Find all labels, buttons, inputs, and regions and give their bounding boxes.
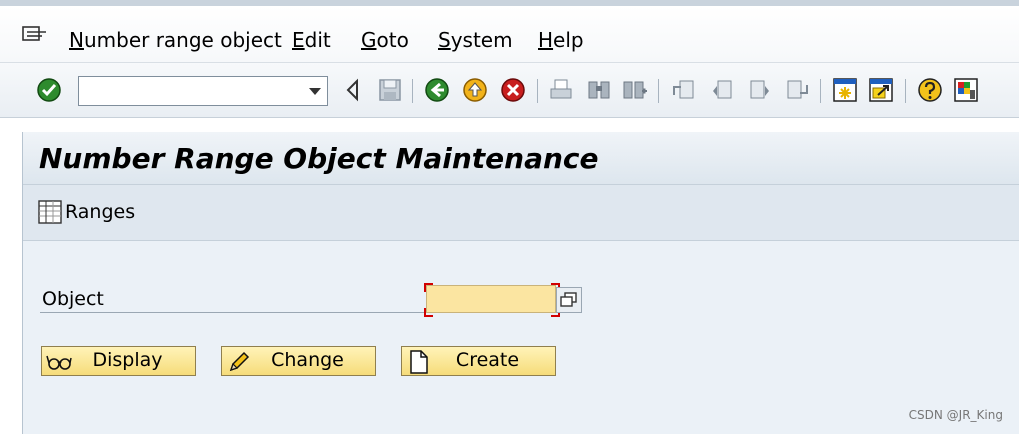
menu-number-range-object[interactable]: Number range object <box>69 28 282 52</box>
copy-window-icon <box>560 292 577 307</box>
menu-mnemonic: S <box>438 28 451 52</box>
menu-label: ystem <box>450 28 513 52</box>
menu-mnemonic: E <box>292 28 305 52</box>
menu-edit[interactable]: Edit <box>292 28 331 52</box>
toolbar-separator <box>537 79 538 103</box>
toolbar-separator <box>412 79 413 103</box>
shortcut-icon[interactable] <box>868 77 894 103</box>
back-icon[interactable] <box>424 77 450 103</box>
back-triangle-icon[interactable] <box>341 77 367 103</box>
menu-help[interactable]: Help <box>538 28 584 52</box>
ranges-label: Ranges <box>65 201 136 223</box>
menu-system[interactable]: System <box>438 28 513 52</box>
menu-label: umber range object <box>83 28 282 52</box>
required-marker <box>424 308 433 317</box>
menu-bar: Number range object Edit Goto System Hel… <box>0 6 1019 63</box>
menu-mnemonic: N <box>69 28 84 52</box>
title-bar: Number Range Object Maintenance <box>23 132 1019 185</box>
create-button[interactable]: Create <box>401 346 556 376</box>
toolbar-separator <box>658 79 659 103</box>
standard-toolbar <box>0 63 1019 118</box>
object-input[interactable] <box>427 286 555 312</box>
next-page-icon[interactable] <box>747 77 773 103</box>
main-screen-area: Number Range Object Maintenance Ranges O… <box>22 132 1019 434</box>
ranges-button[interactable]: Ranges <box>37 199 135 225</box>
find-next-icon[interactable] <box>622 77 648 103</box>
watermark: CSDN @JR_King <box>908 408 1003 422</box>
page-title: Number Range Object Maintenance <box>39 142 599 175</box>
new-session-icon[interactable] <box>832 77 858 103</box>
command-input[interactable] <box>81 79 299 105</box>
menu-label: oto <box>376 28 409 52</box>
required-marker <box>424 283 433 292</box>
change-label: Change <box>271 349 344 371</box>
possible-entries-button[interactable] <box>556 287 582 313</box>
find-icon[interactable] <box>586 77 612 103</box>
print-icon[interactable] <box>548 77 574 103</box>
object-field[interactable] <box>426 285 556 313</box>
last-page-icon[interactable] <box>784 77 810 103</box>
menu-mnemonic: G <box>361 28 377 52</box>
first-page-icon[interactable] <box>671 77 697 103</box>
create-label: Create <box>455 349 520 371</box>
toolbar-separator <box>905 79 906 103</box>
exit-icon[interactable] <box>462 77 488 103</box>
display-label: Display <box>92 349 163 371</box>
menu-label: dit <box>304 28 331 52</box>
label-underline <box>40 312 442 313</box>
table-icon <box>38 200 62 224</box>
application-toolbar: Ranges <box>23 185 1019 241</box>
help-icon[interactable] <box>917 77 943 103</box>
object-label: Object <box>42 288 104 310</box>
save-icon[interactable] <box>377 77 403 103</box>
customize-layout-icon[interactable] <box>953 77 979 103</box>
chevron-down-icon[interactable] <box>309 88 321 95</box>
display-button[interactable]: Display <box>41 346 196 376</box>
cancel-icon[interactable] <box>500 77 526 103</box>
change-button[interactable]: Change <box>221 346 376 376</box>
menu-goto[interactable]: Goto <box>361 28 409 52</box>
previous-page-icon[interactable] <box>709 77 735 103</box>
menu-label: elp <box>553 28 584 52</box>
system-menu-icon[interactable] <box>22 26 48 44</box>
menu-mnemonic: H <box>538 28 554 52</box>
toolbar-separator <box>820 79 821 103</box>
command-field[interactable] <box>78 76 328 106</box>
enter-check-icon[interactable] <box>36 77 62 103</box>
